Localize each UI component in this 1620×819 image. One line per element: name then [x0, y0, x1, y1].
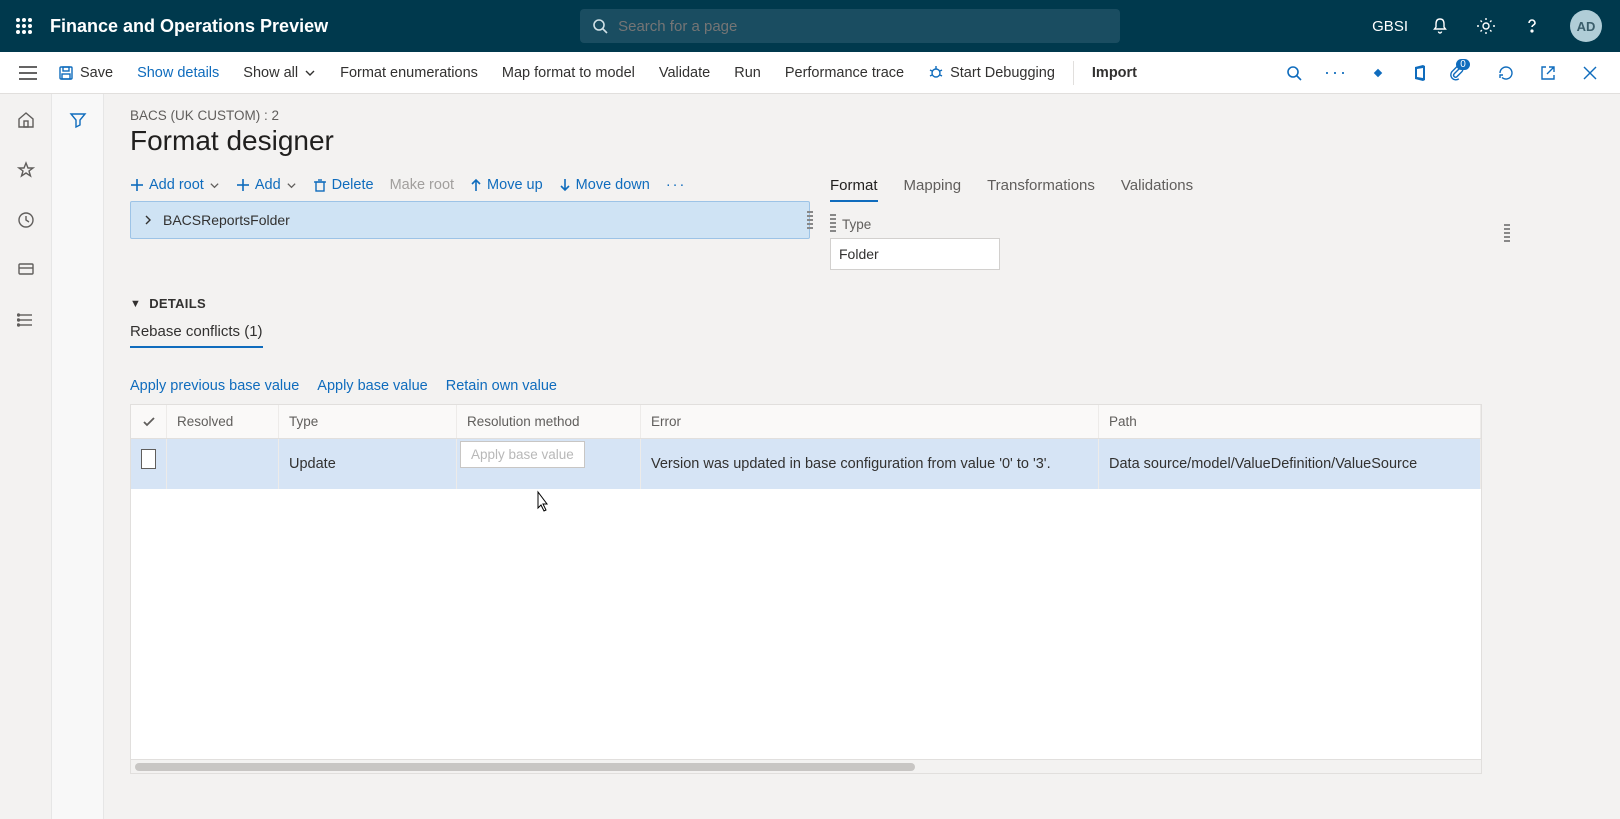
cell-type: Update [279, 439, 457, 489]
add-button[interactable]: Add [236, 177, 297, 193]
move-down-button[interactable]: Move down [559, 177, 650, 193]
cell-error: Version was updated in base configuratio… [641, 439, 1099, 489]
right-panel-tabs: Format Mapping Transformations Validatio… [830, 171, 1510, 202]
right-splitter-icon[interactable] [1504, 224, 1510, 244]
star-icon[interactable] [12, 156, 40, 184]
column-error[interactable]: Error [641, 405, 1099, 438]
action-bar: Save Show details Show all Format enumer… [0, 52, 1620, 94]
horizontal-scrollbar[interactable] [131, 759, 1481, 773]
show-all-button[interactable]: Show all [231, 52, 328, 93]
property-type-value[interactable]: Folder [830, 238, 1000, 270]
splitter-handle-icon[interactable] [807, 211, 813, 231]
overflow-icon[interactable]: ··· [1322, 59, 1350, 87]
add-root-button[interactable]: Add root [130, 177, 220, 193]
attachments-button[interactable]: 0 [1448, 64, 1478, 82]
tree-more-icon[interactable]: ··· [666, 177, 687, 193]
start-debugging-button[interactable]: Start Debugging [916, 52, 1067, 93]
expand-icon[interactable] [143, 215, 153, 225]
close-icon[interactable] [1576, 59, 1604, 87]
collapse-icon: ▼ [130, 298, 141, 310]
column-type[interactable]: Type [279, 405, 457, 438]
conflicts-grid: Resolved Type Resolution method Error Pa… [130, 404, 1482, 774]
popout-icon[interactable] [1534, 59, 1562, 87]
left-nav-rail [0, 94, 52, 819]
attachment-count-badge: 0 [1456, 59, 1470, 70]
table-row[interactable]: Update Version was updated in base confi… [131, 439, 1481, 489]
cell-resolved [167, 439, 279, 489]
apply-base-value-button[interactable]: Apply base value [317, 378, 427, 394]
grip-icon[interactable] [830, 214, 836, 234]
run-button[interactable]: Run [722, 52, 773, 93]
nav-pane-toggle-icon[interactable] [10, 59, 46, 87]
make-root-button: Make root [390, 177, 454, 193]
validate-button[interactable]: Validate [647, 52, 722, 93]
format-enumerations-button[interactable]: Format enumerations [328, 52, 490, 93]
breadcrumb: BACS (UK CUSTOM) : 2 [130, 108, 1620, 123]
column-resolved[interactable]: Resolved [167, 405, 279, 438]
tooltip: Apply base value [460, 441, 585, 468]
apply-previous-base-button[interactable]: Apply previous base value [130, 378, 299, 394]
bell-icon[interactable] [1426, 12, 1454, 40]
refresh-icon[interactable] [1492, 59, 1520, 87]
legal-entity-label[interactable]: GBSI [1372, 18, 1408, 35]
save-button[interactable]: Save [46, 52, 125, 93]
office-icon[interactable] [1406, 59, 1434, 87]
performance-trace-button[interactable]: Performance trace [773, 52, 916, 93]
tree-node-root[interactable]: BACSReportsFolder [130, 201, 810, 239]
tab-transformations[interactable]: Transformations [987, 177, 1095, 202]
tab-format[interactable]: Format [830, 177, 878, 202]
gear-icon[interactable] [1472, 12, 1500, 40]
action-search-icon[interactable] [1280, 59, 1308, 87]
tab-rebase-conflicts[interactable]: Rebase conflicts (1) [130, 323, 263, 348]
retain-own-value-button[interactable]: Retain own value [446, 378, 557, 394]
move-up-button[interactable]: Move up [470, 177, 543, 193]
tree-node-label: BACSReportsFolder [163, 212, 290, 228]
select-all-checkbox[interactable] [131, 405, 167, 438]
column-method[interactable]: Resolution method [457, 405, 641, 438]
page-title: Format designer [130, 125, 1620, 157]
diamond-icon[interactable] [1364, 59, 1392, 87]
app-title: Finance and Operations Preview [50, 16, 328, 37]
show-details-button[interactable]: Show details [125, 52, 231, 93]
global-nav-bar: Finance and Operations Preview GBSI AD [0, 0, 1620, 52]
help-icon[interactable] [1518, 12, 1546, 40]
home-icon[interactable] [12, 106, 40, 134]
details-section-header[interactable]: ▼ DETAILS [130, 296, 1620, 311]
tab-validations[interactable]: Validations [1121, 177, 1193, 202]
filter-pane-column [52, 94, 104, 819]
search-input[interactable] [618, 18, 1108, 35]
workspace-icon[interactable] [12, 256, 40, 284]
global-search-box[interactable] [580, 9, 1120, 43]
import-button[interactable]: Import [1080, 52, 1149, 93]
filter-icon[interactable] [64, 106, 92, 134]
cell-path: Data source/model/ValueDefinition/ValueS… [1099, 439, 1481, 489]
row-checkbox[interactable] [141, 449, 156, 469]
property-type-label: Type [830, 214, 1510, 234]
map-format-button[interactable]: Map format to model [490, 52, 647, 93]
recent-icon[interactable] [12, 206, 40, 234]
user-avatar[interactable]: AD [1570, 10, 1602, 42]
save-label: Save [80, 65, 113, 81]
tree-toolbar: Add root Add Delete Make root [130, 171, 810, 201]
tab-mapping[interactable]: Mapping [904, 177, 962, 202]
delete-button[interactable]: Delete [313, 177, 374, 193]
waffle-icon[interactable] [10, 12, 38, 40]
modules-icon[interactable] [12, 306, 40, 334]
column-path[interactable]: Path [1099, 405, 1481, 438]
